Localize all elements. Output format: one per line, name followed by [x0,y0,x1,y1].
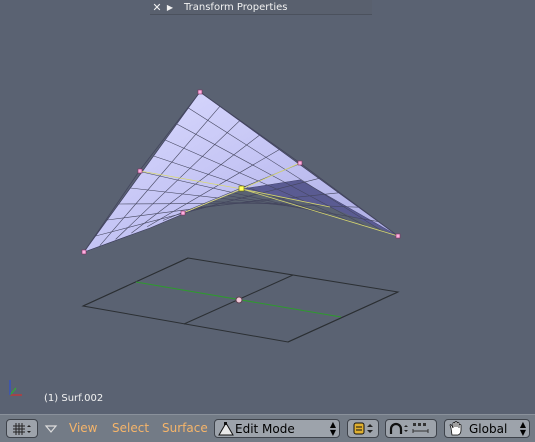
viewport-type-icon [13,422,31,435]
transform-properties-panel: ✕ ▶ Transform Properties [150,0,372,15]
menu-surface[interactable]: Surface [162,421,208,435]
menu-select[interactable]: Select [112,421,149,435]
updown-arrows-icon: ▲ ▼ [519,419,526,437]
collapse-menu-icon [44,425,58,433]
collapse-menu-button[interactable] [43,419,59,438]
proportional-edit-icon [389,422,408,434]
close-icon[interactable]: ✕ [150,1,164,14]
mode-label: Edit Mode [235,421,295,436]
draw-type-button[interactable] [347,419,379,438]
updown-arrows-icon: ▲ ▼ [329,419,336,437]
draw-type-icon [353,422,373,435]
active-object-label: (1) Surf.002 [44,393,104,404]
3d-cursor [235,296,243,304]
menu-view[interactable]: View [69,421,97,435]
snap-icon[interactable] [410,421,432,436]
viewport-type-button[interactable] [6,419,38,438]
transform-orientation-select[interactable]: Global ▲ ▼ [444,419,530,438]
edit-mode-icon [218,421,234,435]
nurbs-surface[interactable] [83,91,399,253]
proportional-edit-button[interactable] [385,419,437,438]
viewport-header: View Select Surface Edit Mode ▲ ▼ Global… [0,414,535,442]
expand-triangle-icon[interactable]: ▶ [164,3,176,12]
pan-hand-icon [449,421,462,436]
orientation-label: Global [469,421,508,436]
axis-gizmo [9,380,22,396]
3d-viewport[interactable] [0,0,535,414]
panel-title: Transform Properties [184,1,288,13]
mode-select[interactable]: Edit Mode ▲ ▼ [214,419,340,438]
